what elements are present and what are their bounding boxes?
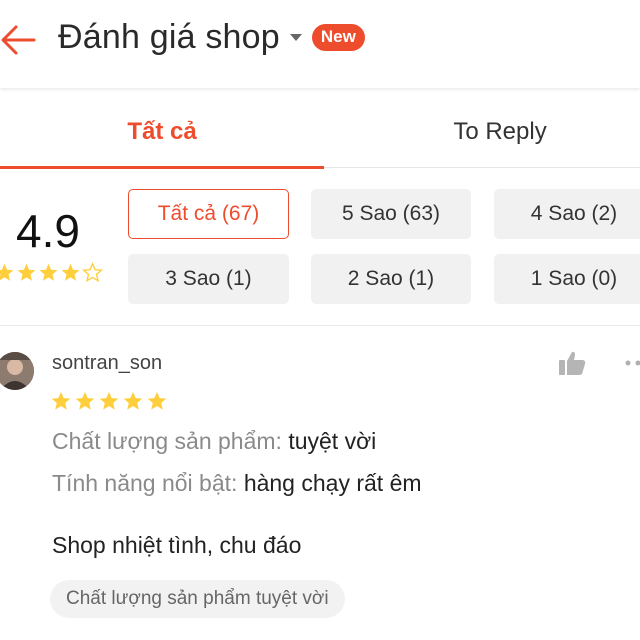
rating-score: 4.9 — [16, 205, 80, 257]
review-attribute-quality: Chất lượng sản phẩm: tuyệt vời — [52, 428, 376, 455]
star-icon — [123, 391, 143, 410]
filter-5-star[interactable]: 5 Sao (63) — [311, 189, 471, 239]
attribute-key: Chất lượng sản phẩm: — [52, 428, 282, 454]
avatar[interactable] — [0, 352, 34, 390]
reviewer-username: sontran_son — [52, 352, 163, 374]
avatar-image — [0, 352, 34, 390]
back-arrow-icon[interactable] — [0, 20, 40, 60]
thumbs-up-icon[interactable] — [558, 350, 586, 376]
review-comment: Shop nhiệt tình, chu đáo — [52, 532, 302, 558]
more-icon[interactable] — [622, 358, 640, 368]
star-icon — [61, 263, 80, 281]
review-stars — [50, 390, 168, 412]
star-icon — [17, 263, 36, 281]
tab-to-reply[interactable]: To Reply — [324, 96, 640, 168]
attribute-value: tuyệt vời — [288, 428, 377, 454]
filter-2-star[interactable]: 2 Sao (1) — [311, 254, 471, 304]
star-icon — [39, 263, 58, 281]
star-icon — [147, 391, 167, 410]
star-icon — [51, 391, 71, 410]
filter-4-star[interactable]: 4 Sao (2) — [494, 189, 640, 239]
attribute-value: hàng chạy rất êm — [243, 470, 422, 496]
review-tag: Chất lượng sản phẩm tuyệt vời — [50, 580, 345, 618]
filter-3-star[interactable]: 3 Sao (1) — [128, 254, 289, 304]
filter-all[interactable]: Tất cả (67) — [128, 189, 289, 239]
title-dropdown[interactable]: Đánh giá shop New — [58, 18, 365, 57]
review-attribute-feature: Tính năng nổi bật: hàng chạy rất êm — [52, 470, 422, 497]
caret-down-icon — [289, 33, 302, 41]
tab-bar: Tất cả To Reply — [0, 96, 640, 169]
star-icon — [99, 391, 119, 410]
section-divider — [0, 325, 640, 326]
top-bar: Đánh giá shop New — [0, 0, 640, 88]
tab-all[interactable]: Tất cả — [0, 96, 324, 168]
rating-stars — [0, 262, 103, 283]
attribute-key: Tính năng nổi bật: — [52, 470, 238, 496]
filter-1-star[interactable]: 1 Sao (0) — [494, 254, 640, 304]
page-title: Đánh giá shop — [58, 18, 280, 56]
new-badge: New — [311, 24, 365, 51]
active-tab-indicator — [0, 166, 324, 169]
star-icon — [0, 263, 14, 281]
star-icon — [75, 391, 95, 410]
star-outline-icon — [82, 262, 103, 283]
